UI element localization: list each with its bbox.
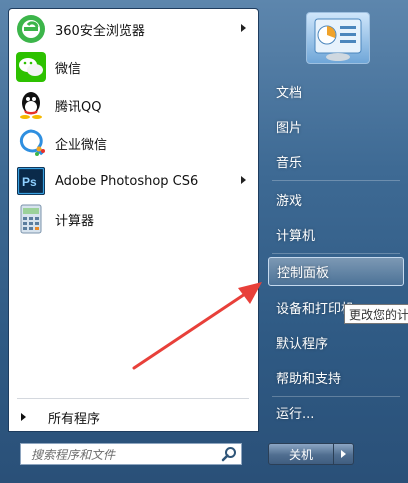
right-item-control-panel[interactable]: 控制面板 <box>268 257 404 286</box>
program-label: Adobe Photoshop CS6 <box>55 173 199 189</box>
right-item-label: 控制面板 <box>277 266 330 281</box>
start-menu: 360安全浏览器 微信 腾讯QQ 企业微信 Ps Adobe Photoshop… <box>0 0 408 483</box>
calculator-icon <box>20 204 42 234</box>
tooltip: 更改您的计 <box>344 304 408 324</box>
right-item-label: 帮助和支持 <box>276 372 342 387</box>
program-label: 企业微信 <box>55 137 108 153</box>
right-item-label: 图片 <box>276 121 303 136</box>
divider <box>272 180 400 181</box>
program-item-calculator[interactable]: 计算器 <box>13 202 254 236</box>
control-panel-picture-icon <box>314 18 362 61</box>
right-item-help-support[interactable]: 帮助和支持 <box>268 363 404 392</box>
right-item-label: 默认程序 <box>276 337 329 352</box>
right-item-music[interactable]: 音乐 <box>268 147 404 176</box>
svg-text:Ps: Ps <box>22 175 37 189</box>
shutdown-options-button[interactable] <box>334 443 354 465</box>
right-item-documents[interactable]: 文档 <box>268 77 404 106</box>
right-item-label: 文档 <box>276 86 303 101</box>
program-item-qq[interactable]: 腾讯QQ <box>13 88 254 122</box>
program-item-wechat[interactable]: 微信 <box>13 50 254 84</box>
program-item-360-browser[interactable]: 360安全浏览器 <box>13 12 254 46</box>
right-item-default-programs[interactable]: 默认程序 <box>268 328 404 357</box>
divider <box>17 398 249 399</box>
user-picture-tile[interactable] <box>306 12 370 64</box>
search-icon[interactable] <box>221 446 237 462</box>
shutdown-group: 关机 <box>268 443 356 465</box>
program-label: 计算器 <box>55 213 95 229</box>
all-programs-label: 所有程序 <box>48 411 101 427</box>
right-item-label: 设备和打印机 <box>276 302 355 317</box>
right-item-computer[interactable]: 计算机 <box>268 220 404 249</box>
all-programs-button[interactable]: 所有程序 <box>13 403 254 431</box>
divider <box>272 253 400 254</box>
program-label: 微信 <box>55 61 82 77</box>
wecom-icon <box>19 129 45 156</box>
right-item-label: 计算机 <box>276 229 316 244</box>
divider <box>272 396 400 397</box>
expand-arrow-icon <box>21 413 26 421</box>
right-item-games[interactable]: 游戏 <box>268 185 404 214</box>
photoshop-icon: Ps <box>17 167 45 195</box>
right-item-pictures[interactable]: 图片 <box>268 112 404 141</box>
search-box[interactable]: 搜索程序和文件 <box>20 443 242 465</box>
program-item-photoshop[interactable]: Ps Adobe Photoshop CS6 <box>13 164 254 198</box>
wechat-icon <box>16 52 46 82</box>
program-label: 360安全浏览器 <box>55 23 145 39</box>
right-item-label: 运行... <box>276 407 315 422</box>
submenu-arrow-icon <box>241 24 246 32</box>
submenu-arrow-icon <box>241 176 246 184</box>
right-item-label: 游戏 <box>276 194 303 209</box>
shutdown-button[interactable]: 关机 <box>268 443 334 465</box>
search-input[interactable]: 搜索程序和文件 <box>31 446 221 463</box>
360-browser-icon <box>17 15 45 43</box>
red-annotation-arrow-icon <box>132 282 262 370</box>
qq-icon <box>20 92 42 119</box>
right-item-label: 音乐 <box>276 156 303 171</box>
chevron-right-icon <box>341 450 346 458</box>
program-label: 腾讯QQ <box>55 99 102 115</box>
right-item-run[interactable]: 运行... <box>268 398 404 427</box>
program-item-wecom[interactable]: 企业微信 <box>13 126 254 160</box>
